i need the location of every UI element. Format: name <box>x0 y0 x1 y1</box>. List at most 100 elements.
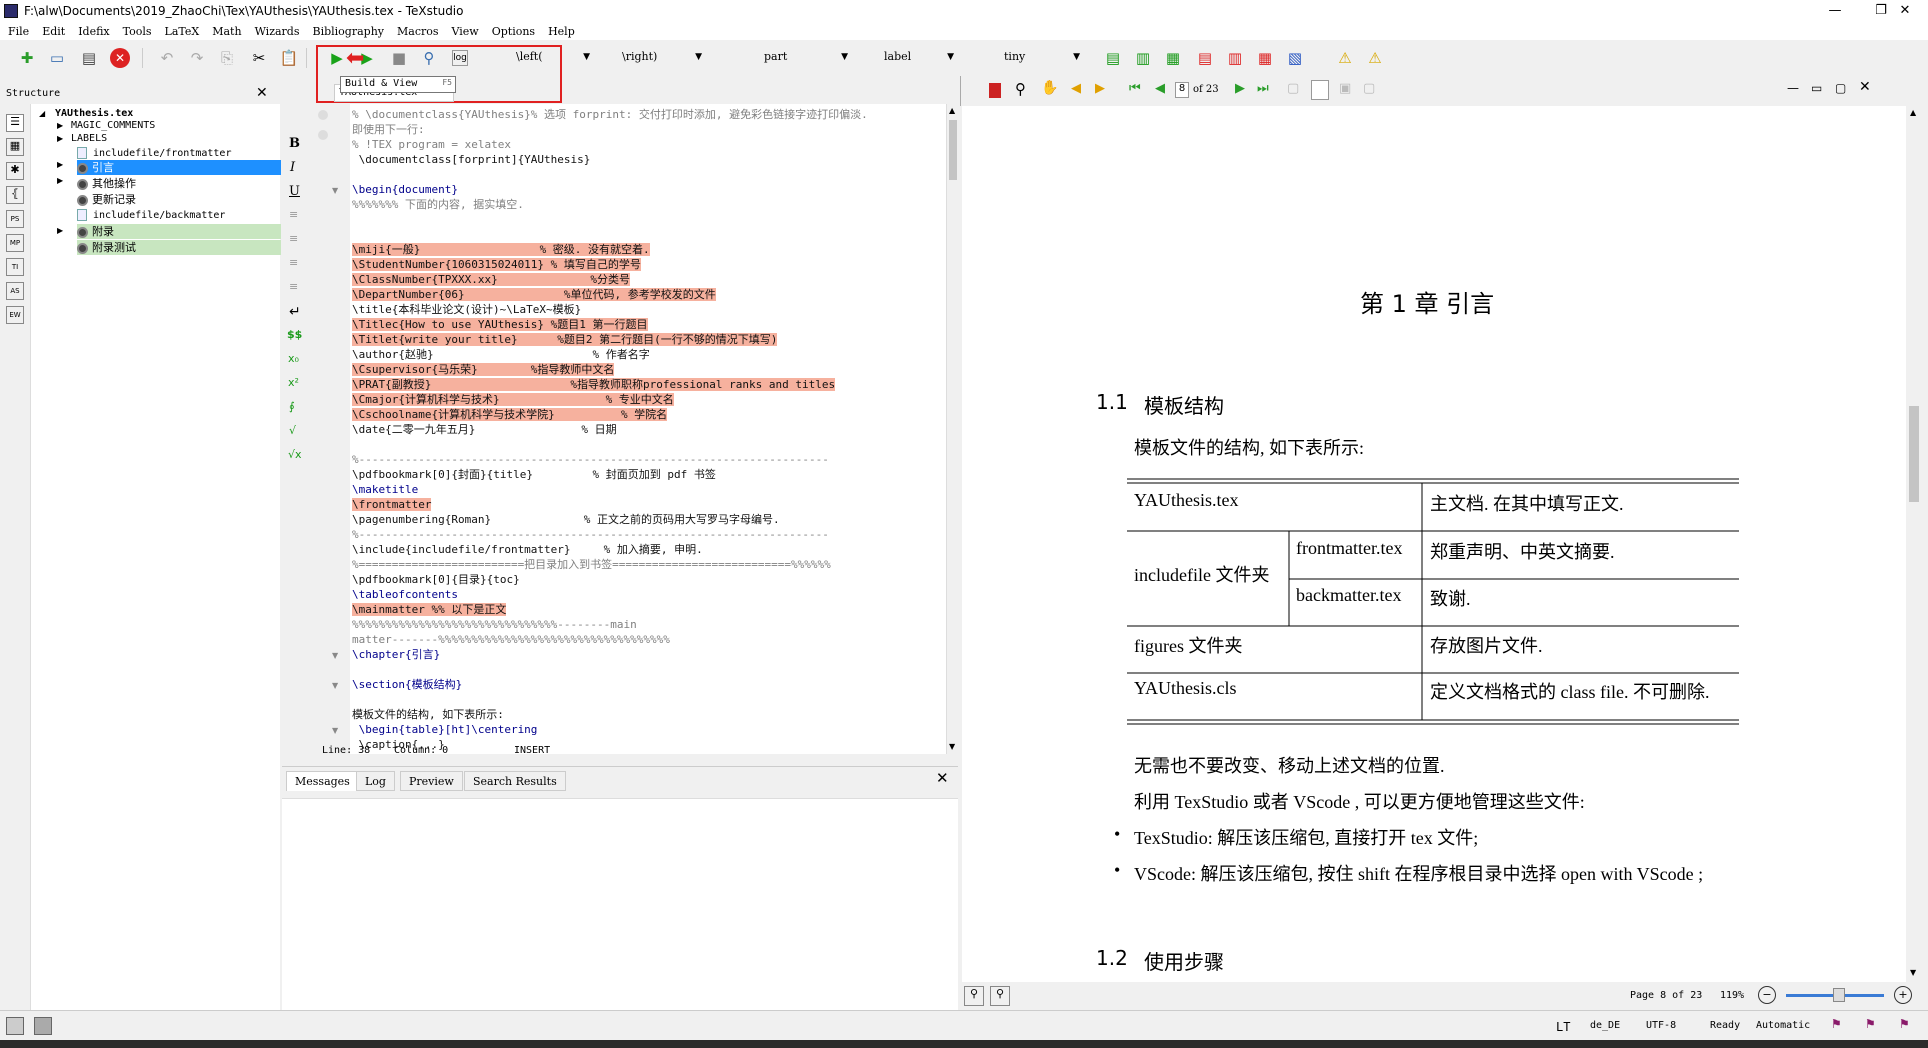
messages-output[interactable] <box>282 798 958 1010</box>
single-page-icon[interactable] <box>1311 80 1329 100</box>
continuous-icon[interactable]: ▢ <box>1287 81 1299 96</box>
sqrt-icon[interactable]: √x <box>288 448 302 461</box>
scroll-thumb[interactable] <box>949 120 957 180</box>
bookmark-icon[interactable]: ⚑ <box>1832 1016 1840 1032</box>
brackets-icon[interactable]: ⦃ <box>6 186 24 204</box>
fit-width-icon[interactable]: ▣ <box>1339 81 1351 96</box>
code-editor[interactable]: % \documentclass{YAUthesis}% 选项 forprint… <box>350 104 946 754</box>
structure-view-icon[interactable]: ☰ <box>6 114 24 132</box>
table-remove-row-icon[interactable]: ▤ <box>1194 47 1216 69</box>
page-number-input[interactable]: 8 <box>1175 82 1189 98</box>
tree-item-appendix[interactable]: 附录 <box>77 224 281 239</box>
menu-latex[interactable]: LaTeX <box>165 25 200 38</box>
close-icon[interactable]: ✕ <box>256 85 268 101</box>
close-file-icon[interactable]: ✕ <box>110 48 130 68</box>
user-icon[interactable]: EW <box>6 306 24 324</box>
bold-icon[interactable]: B <box>289 136 300 151</box>
expand-icon[interactable]: ▶ <box>57 176 63 185</box>
expand-icon[interactable]: ▶ <box>57 160 63 169</box>
hand-tool-icon[interactable]: ✋ <box>1041 80 1058 96</box>
integral-icon[interactable]: ∮ <box>289 400 295 413</box>
menu-file[interactable]: File <box>8 25 29 38</box>
toggle-messages-icon[interactable] <box>34 1017 52 1035</box>
previous-page-icon[interactable]: ◀ <box>1155 81 1165 96</box>
fold-icon[interactable]: ▼ <box>332 186 338 195</box>
menu-idefix[interactable]: Idefix <box>78 25 109 38</box>
tikz-icon[interactable]: TI <box>6 258 24 276</box>
warning-icon[interactable]: ⚠ <box>1334 47 1356 69</box>
languagetool-status[interactable]: LT <box>1556 1020 1570 1034</box>
last-page-icon[interactable]: ⏭ <box>1257 81 1269 96</box>
font-size-combo[interactable]: tiny ▼ <box>1004 50 1080 68</box>
collapse-icon[interactable]: ◢ <box>39 109 45 118</box>
menu-options[interactable]: Options <box>492 25 535 38</box>
next-page-icon[interactable]: ▶ <box>1235 81 1245 96</box>
inline-math-icon[interactable]: $$ <box>287 328 302 341</box>
pdf-bookmark-icon[interactable] <box>989 83 1001 98</box>
newline-icon[interactable]: ↵ <box>289 304 301 320</box>
tab-search-results[interactable]: Search Results <box>464 771 566 791</box>
expand-icon[interactable]: ▶ <box>57 134 63 143</box>
tab-messages[interactable]: Messages <box>286 771 359 791</box>
align-right-icon[interactable]: ≡ <box>289 256 298 269</box>
tree-item-introduction[interactable]: 引言 <box>77 160 281 175</box>
tab-preview[interactable]: Preview <box>400 771 463 791</box>
sectioning-combo[interactable]: part ▼ <box>764 50 848 68</box>
pstricks-icon[interactable]: PS <box>6 210 24 228</box>
right-bracket-combo[interactable]: \right) ▼ <box>622 50 702 68</box>
table-insert-icon[interactable]: ▦ <box>1162 47 1184 69</box>
italic-icon[interactable]: I <box>290 160 295 175</box>
scroll-down-icon[interactable]: ▼ <box>1910 968 1916 977</box>
redo-icon[interactable]: ↷ <box>186 47 208 69</box>
align-center-icon[interactable]: ≡ <box>289 232 298 245</box>
sync-icon[interactable]: ⚲ <box>964 986 984 1006</box>
table-add-row-icon[interactable]: ▤ <box>1102 47 1124 69</box>
metapost-icon[interactable]: MP <box>6 234 24 252</box>
zoom-in-icon[interactable]: + <box>1894 986 1912 1004</box>
menu-macros[interactable]: Macros <box>397 25 439 38</box>
table-add-column-icon[interactable]: ▥ <box>1132 47 1154 69</box>
bookmarks-icon[interactable]: ▦ <box>6 138 24 156</box>
menu-tools[interactable]: Tools <box>123 25 152 38</box>
align-left-icon[interactable]: ≡ <box>289 208 298 221</box>
underline-icon[interactable]: U <box>289 184 300 199</box>
pdf-scrollbar[interactable]: ▲ ▼ <box>1906 106 1922 982</box>
toggle-structure-icon[interactable] <box>6 1017 24 1035</box>
tab-log[interactable]: Log <box>356 771 395 791</box>
open-file-icon[interactable]: ▭ <box>46 47 68 69</box>
sync-alt-icon[interactable]: ⚲ <box>990 986 1010 1006</box>
back-icon[interactable]: ◀ <box>1071 81 1081 96</box>
close-window-button[interactable]: ✕ <box>1882 0 1928 22</box>
bookmark-icon[interactable]: ⚑ <box>1866 1016 1874 1032</box>
zoom-slider[interactable] <box>1786 988 1884 1002</box>
minimize-pane-icon[interactable]: — <box>1787 81 1799 95</box>
menu-wizards[interactable]: Wizards <box>255 25 300 38</box>
cut-icon[interactable]: ✂ <box>248 47 270 69</box>
fraction-icon[interactable]: √ <box>289 424 296 437</box>
magnifier-icon[interactable]: ⚲ <box>1015 80 1026 98</box>
fold-icon[interactable]: ▼ <box>332 726 338 735</box>
superscript-icon[interactable]: x² <box>288 376 299 389</box>
close-icon[interactable]: ✕ <box>1859 79 1871 95</box>
tree-item-frontmatter[interactable]: includefile/frontmatter <box>77 146 231 161</box>
align-justify-icon[interactable]: ≡ <box>289 280 298 293</box>
fold-icon[interactable]: ▼ <box>332 651 338 660</box>
zoom-value[interactable]: 119% <box>1720 990 1744 1001</box>
menu-edit[interactable]: Edit <box>42 25 65 38</box>
zoom-slider-thumb[interactable] <box>1833 988 1846 1002</box>
asymptote-icon[interactable]: AS <box>6 282 24 300</box>
maximize-pane-icon[interactable]: ▢ <box>1835 81 1846 95</box>
tree-item-labels[interactable]: LABELS <box>71 131 107 146</box>
expand-icon[interactable]: ▶ <box>57 121 63 130</box>
tree-item-backmatter[interactable]: includefile/backmatter <box>77 208 225 223</box>
copy-icon[interactable]: ⎘ <box>216 47 238 69</box>
close-icon[interactable]: ✕ <box>936 769 949 787</box>
undo-icon[interactable]: ↶ <box>156 47 178 69</box>
window-icon[interactable]: ▭ <box>1811 81 1822 95</box>
pdf-page[interactable]: 第 1 章 引言 1.1 模板结构 模板文件的结构, 如下表所示: YAUthe… <box>962 106 1906 982</box>
menu-help[interactable]: Help <box>548 25 575 38</box>
table-align-icon[interactable]: ▧ <box>1284 47 1306 69</box>
zoom-out-icon[interactable]: − <box>1758 986 1776 1004</box>
minimize-button[interactable]: — <box>1812 0 1858 22</box>
spellcheck-language[interactable]: de_DE <box>1590 1020 1620 1031</box>
